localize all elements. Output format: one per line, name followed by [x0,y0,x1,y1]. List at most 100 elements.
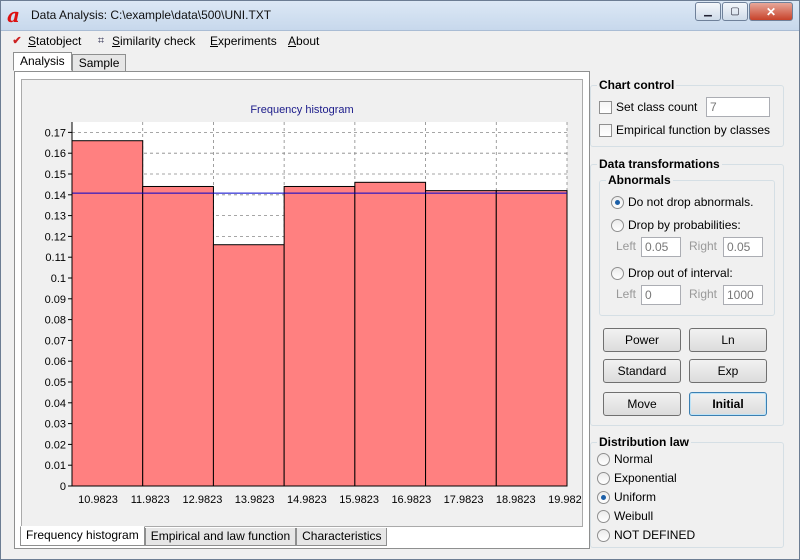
interval-radio[interactable] [611,266,624,280]
x-tick-label: 16.9823 [391,494,431,506]
menu-statobject[interactable]: ✔ Statobject [9,34,81,48]
x-tick-label: 12.9823 [183,494,223,506]
distribution-law-title: Distribution law [597,435,691,449]
abnormals-group: Abnormals Do not drop abnormals. Drop by… [599,173,775,316]
close-button[interactable]: ✕ [749,2,793,21]
y-tick-label: 0 [60,481,66,493]
opt-no-drop-row[interactable]: Do not drop abnormals. [611,195,753,209]
set-class-count-row[interactable]: Set class count [599,100,697,114]
menu-experiments-label: Experiments [210,34,277,48]
x-tick-label: 15.9823 [339,494,379,506]
class-count-input[interactable]: 7 [706,97,770,117]
tab-characteristics[interactable]: Characteristics [296,528,388,546]
y-tick-label: 0.01 [45,460,66,472]
y-tick-label: 0.09 [45,294,66,306]
weibull-radio[interactable] [597,509,610,523]
chart-control-title: Chart control [597,78,677,92]
probabilities-label: Drop by probabilities: [628,218,741,232]
data-transformations-title: Data transformations [597,157,722,171]
uniform-radio[interactable] [597,490,610,504]
y-tick-label: 0.16 [45,148,66,160]
minimize-button[interactable]: ▁ [695,2,721,21]
dist-not-defined-row[interactable]: NOT DEFINED [597,528,695,542]
tab-analysis[interactable]: Analysis [13,52,72,71]
top-tabs: Analysis Sample [13,52,127,71]
standard-button[interactable]: Standard [603,359,681,383]
x-tick-label: 11.9823 [131,494,170,506]
menu-experiments[interactable]: Experiments [210,34,277,48]
opt-probabilities-row[interactable]: Drop by probabilities: [611,218,741,232]
dist-uniform-row[interactable]: Uniform [597,490,656,504]
menu-about-label: About [288,34,320,48]
prob-left-input[interactable]: 0.05 [641,237,681,257]
prob-right-label: Right [689,239,718,253]
histogram-bar [354,181,427,487]
tab-empirical-law-function[interactable]: Empirical and law function [144,528,297,546]
set-class-count-label: Set class count [616,100,698,114]
initial-button[interactable]: Initial [689,392,767,416]
menu-about[interactable]: About [288,34,319,48]
analysis-panel: Frequency histogram 0.17 0.16 0.15 0.14 0.13… [14,71,590,549]
maximize-button[interactable]: ▢ [722,2,748,21]
x-tick-label: 13.9823 [235,494,275,506]
y-tick-label: 0.14 [45,190,66,202]
frequency-histogram-chart: Frequency histogram 0.17 0.16 0.15 0.14 0.13… [45,104,582,506]
exp-button[interactable]: Exp [689,359,767,383]
y-tick-label: 0.17 [45,127,66,139]
y-tick-label: 0.11 [45,252,66,264]
exponential-radio[interactable] [597,471,610,485]
y-tick-label: 0.1 [51,273,66,285]
not-defined-radio[interactable] [597,528,610,542]
dist-normal-row[interactable]: Normal [597,452,653,466]
prob-right-input[interactable]: 0.05 [723,237,763,257]
window-title: Data Analysis: C:\example\data\500\UNI.T… [31,8,272,22]
y-tick-label: 0.13 [45,211,66,223]
histogram-bar [283,185,356,487]
abnormals-title: Abnormals [606,173,673,187]
histogram-bar [495,190,568,487]
normal-radio[interactable] [597,452,610,466]
dist-weibull-row[interactable]: Weibull [597,509,653,523]
caption-buttons: ▁ ▢ ✕ [694,2,793,22]
move-button[interactable]: Move [603,392,681,416]
bottom-tabs: Frequency histogram Empirical and law fu… [20,526,388,546]
histogram-bar [142,185,214,487]
probabilities-radio[interactable] [611,218,624,232]
y-tick-label: 0.05 [45,377,66,389]
x-tick-label: 10.9823 [78,494,118,506]
opt-interval-row[interactable]: Drop out of interval: [611,266,733,280]
set-class-count-checkbox[interactable] [599,100,612,114]
y-tick-label: 0.07 [45,335,66,347]
no-drop-radio[interactable] [611,195,624,209]
uniform-label: Uniform [614,490,657,504]
empirical-function-row[interactable]: Empirical function by classes [599,123,770,137]
not-defined-label: NOT DEFINED [614,528,696,542]
exponential-label: Exponential [614,471,677,485]
no-drop-label: Do not drop abnormals. [628,195,754,209]
chart-frame: Frequency histogram 0.17 0.16 0.15 0.14 0.13… [21,79,583,527]
x-tick-label: 17.9823 [444,494,484,506]
menu-similarity-label: Similarity check [112,34,196,48]
power-button[interactable]: Power [603,328,681,352]
dist-exponential-row[interactable]: Exponential [597,471,677,485]
empirical-function-checkbox[interactable] [599,123,612,137]
empirical-function-label: Empirical function by classes [616,123,771,137]
menu-bar: ✔ Statobject ⌗ Similarity check Experime… [1,31,799,53]
check-icon: ✔ [12,35,22,47]
ln-button[interactable]: Ln [689,328,767,352]
tab-frequency-histogram[interactable]: Frequency histogram [20,526,145,546]
int-left-input[interactable]: 0 [641,285,681,305]
y-tick-label: 0.12 [45,231,66,243]
int-right-label: Right [689,287,718,301]
y-tick-label: 0.02 [45,439,66,451]
histogram-bar [71,140,144,487]
int-right-input[interactable]: 1000 [723,285,763,305]
title-bar[interactable]: a Data Analysis: C:\example\data\500\UNI… [1,1,799,31]
data-transformations-group: Data transformations Abnormals Do not dr… [590,157,784,426]
menu-similarity-check[interactable]: ⌗ Similarity check [93,34,195,48]
tab-sample[interactable]: Sample [71,54,127,71]
prob-left-label: Left [616,239,637,253]
x-tick-label: 19.9823 [548,494,582,506]
chart-control-group: Chart control Set class count 7 Empirica… [590,78,784,147]
chart-title: Frequency histogram [250,104,353,116]
